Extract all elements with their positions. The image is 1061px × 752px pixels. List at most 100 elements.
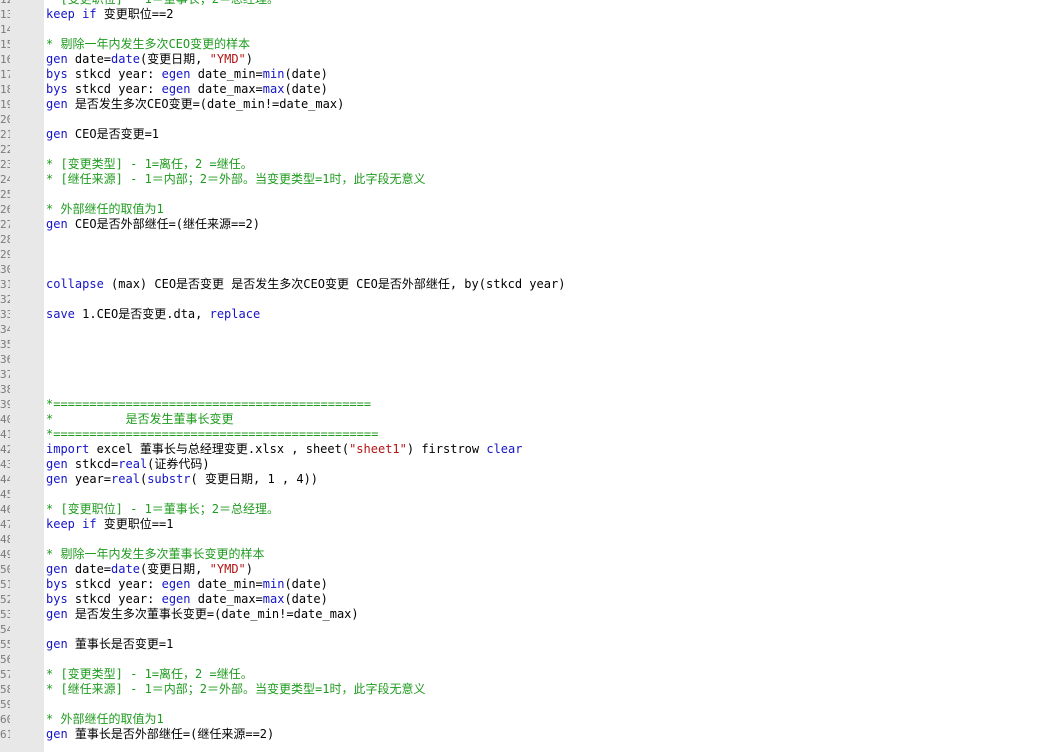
code-text[interactable]: bys stkcd year: egen date_min=min(date) <box>46 577 328 592</box>
plain-token: date= <box>67 562 112 576</box>
code-line[interactable]: 43 gen stkcd=real(证券代码) <box>0 457 604 472</box>
code-text[interactable]: gen 是否发生多次CEO变更=(date_min!=date_max) <box>46 97 344 112</box>
code-text[interactable]: bys stkcd year: egen date_max=max(date) <box>46 82 328 97</box>
code-text[interactable]: keep if 变更职位==1 <box>46 517 173 532</box>
code-text[interactable]: * [继任来源] - 1＝内部；2＝外部。当变更类型=1时，此字段无意义 <box>46 172 425 187</box>
line-number: 21 <box>0 128 10 141</box>
code-text[interactable]: * 剔除一年内发生多次董事长变更的样本 <box>46 547 264 562</box>
code-text[interactable]: gen 董事长是否变更=1 <box>46 637 173 652</box>
code-text[interactable]: gen date=date(变更日期, "YMD") <box>46 52 253 67</box>
code-text[interactable]: * [变更职位] - 1＝董事长；2＝总经理。 <box>46 0 279 7</box>
code-line[interactable]: 59 <box>0 697 604 712</box>
code-line[interactable]: 44 gen year=real(substr( 变更日期, 1 , 4)) <box>0 472 604 487</box>
code-line[interactable]: 22 <box>0 142 604 157</box>
code-line[interactable]: 56 <box>0 652 604 667</box>
code-line[interactable]: 49 * 剔除一年内发生多次董事长变更的样本 <box>0 547 604 562</box>
code-line[interactable]: 53 gen 是否发生多次董事长变更=(date_min!=date_max) <box>0 607 604 622</box>
code-text[interactable]: * [变更类型] - 1=离任，2 =继任。 <box>46 667 253 682</box>
code-line[interactable]: 39 *=====================================… <box>0 397 604 412</box>
line-number: 17 <box>0 68 10 81</box>
code-lines[interactable]: 12 * [变更职位] - 1＝董事长；2＝总经理。 13 keep if 变更职位=… <box>0 0 604 742</box>
editor-empty-space[interactable] <box>604 0 1061 752</box>
line-number: 31 <box>0 278 10 291</box>
code-line[interactable]: 32 <box>0 292 604 307</box>
code-line[interactable]: 31 collapse (max) CEO是否变更 是否发生多次CEO变更 CEO… <box>0 277 604 292</box>
code-line[interactable]: 25 <box>0 187 604 202</box>
code-line[interactable]: 40 * 是否发生董事长变更 <box>0 412 604 427</box>
code-line[interactable]: 60 * 外部继任的取值为1 <box>0 712 604 727</box>
code-text[interactable]: bys stkcd year: egen date_max=max(date) <box>46 592 328 607</box>
code-text[interactable]: *=======================================… <box>46 427 378 442</box>
plain-token: (变更日期, <box>139 562 210 576</box>
code-text[interactable]: * [变更类型] - 1=离任，2 =继任。 <box>46 157 253 172</box>
code-text[interactable]: import excel 董事长与总经理变更.xlsx , sheet("she… <box>46 442 522 457</box>
code-text[interactable]: * [变更职位] - 1＝董事长；2＝总经理。 <box>46 502 279 517</box>
code-line[interactable]: 29 <box>0 247 604 262</box>
code-text[interactable]: gen date=date(变更日期, "YMD") <box>46 562 253 577</box>
code-line[interactable]: 57 * [变更类型] - 1=离任，2 =继任。 <box>0 667 604 682</box>
code-line[interactable]: 34 <box>0 322 604 337</box>
code-line[interactable]: 47 keep if 变更职位==1 <box>0 517 604 532</box>
code-line[interactable]: 58 * [继任来源] - 1＝内部；2＝外部。当变更类型=1时，此字段无意义 <box>0 682 604 697</box>
code-text[interactable]: gen CEO是否变更=1 <box>46 127 159 142</box>
code-line[interactable]: 50 gen date=date(变更日期, "YMD") <box>0 562 604 577</box>
keyword-token: keep if <box>46 517 97 531</box>
code-line[interactable]: 23 * [变更类型] - 1=离任，2 =继任。 <box>0 157 604 172</box>
code-line[interactable]: 36 <box>0 352 604 367</box>
line-number: 14 <box>0 23 10 36</box>
code-line[interactable]: 20 <box>0 112 604 127</box>
code-line[interactable]: 38 <box>0 382 604 397</box>
code-line[interactable]: 26 * 外部继任的取值为1 <box>0 202 604 217</box>
code-line[interactable]: 51 bys stkcd year: egen date_min=min(date… <box>0 577 604 592</box>
comment-token: * [继任来源] - 1＝内部；2＝外部。当变更类型=1时，此字段无意义 <box>46 172 426 186</box>
code-line[interactable]: 28 <box>0 232 604 247</box>
comment-token: *=======================================… <box>46 397 372 411</box>
code-line[interactable]: 18 bys stkcd year: egen date_max=max(date… <box>0 82 604 97</box>
code-line[interactable]: 37 <box>0 367 604 382</box>
code-line[interactable]: 42 import excel 董事长与总经理变更.xlsx , sheet("s… <box>0 442 604 457</box>
code-line[interactable]: 30 <box>0 262 604 277</box>
code-line[interactable]: 16 gen date=date(变更日期, "YMD") <box>0 52 604 67</box>
code-line[interactable]: 19 gen 是否发生多次CEO变更=(date_min!=date_max) <box>0 97 604 112</box>
code-line[interactable]: 17 bys stkcd year: egen date_min=min(date… <box>0 67 604 82</box>
keyword-token: egen <box>161 592 191 606</box>
code-text[interactable]: collapse (max) CEO是否变更 是否发生多次CEO变更 CEO是否… <box>46 277 565 292</box>
code-line[interactable]: 21 gen CEO是否变更=1 <box>0 127 604 142</box>
code-text[interactable]: *=======================================… <box>46 397 371 412</box>
code-text[interactable]: gen 是否发生多次董事长变更=(date_min!=date_max) <box>46 607 359 622</box>
code-line[interactable]: 35 <box>0 337 604 352</box>
plain-token: 变更职位==2 <box>96 7 174 21</box>
do-file-editor[interactable]: 12 * [变更职位] - 1＝董事长；2＝总经理。 13 keep if 变更职位=… <box>0 0 1061 752</box>
code-line[interactable]: 48 <box>0 532 604 547</box>
code-line[interactable]: 45 <box>0 487 604 502</box>
code-text[interactable]: bys stkcd year: egen date_min=min(date) <box>46 67 328 82</box>
code-text[interactable]: * 外部继任的取值为1 <box>46 712 164 727</box>
line-number: 38 <box>0 383 10 396</box>
code-line[interactable]: 13 keep if 变更职位==2 <box>0 7 604 22</box>
code-text[interactable]: * 是否发生董事长变更 <box>46 412 233 427</box>
code-line[interactable]: 41 *=====================================… <box>0 427 604 442</box>
code-text[interactable]: keep if 变更职位==2 <box>46 7 173 22</box>
code-line[interactable]: 27 gen CEO是否外部继任=(继任来源==2) <box>0 217 604 232</box>
code-line[interactable]: 12 * [变更职位] - 1＝董事长；2＝总经理。 <box>0 0 604 7</box>
code-text[interactable]: gen CEO是否外部继任=(继任来源==2) <box>46 217 260 232</box>
line-number: 29 <box>0 248 10 261</box>
code-line[interactable]: 15 * 剔除一年内发生多次CEO变更的样本 <box>0 37 604 52</box>
code-line[interactable]: 54 <box>0 622 604 637</box>
code-line[interactable]: 46 * [变更职位] - 1＝董事长；2＝总经理。 <box>0 502 604 517</box>
keyword-token: bys <box>46 592 68 606</box>
code-line[interactable]: 33 save 1.CEO是否变更.dta, replace <box>0 307 604 322</box>
code-line[interactable]: 55 gen 董事长是否变更=1 <box>0 637 604 652</box>
code-line[interactable]: 52 bys stkcd year: egen date_max=max(date… <box>0 592 604 607</box>
code-text[interactable]: save 1.CEO是否变更.dta, replace <box>46 307 260 322</box>
code-text[interactable]: gen stkcd=real(证券代码) <box>46 457 210 472</box>
code-text[interactable]: gen year=real(substr( 变更日期, 1 , 4)) <box>46 472 318 487</box>
code-text[interactable]: * [继任来源] - 1＝内部；2＝外部。当变更类型=1时，此字段无意义 <box>46 682 425 697</box>
code-text[interactable]: gen 董事长是否外部继任=(继任来源==2) <box>46 727 274 742</box>
code-line[interactable]: 61 gen 董事长是否外部继任=(继任来源==2) <box>0 727 604 742</box>
code-text[interactable]: * 外部继任的取值为1 <box>46 202 164 217</box>
keyword-token: gen <box>46 472 68 486</box>
code-line[interactable]: 24 * [继任来源] - 1＝内部；2＝外部。当变更类型=1时，此字段无意义 <box>0 172 604 187</box>
code-text[interactable]: * 剔除一年内发生多次CEO变更的样本 <box>46 37 250 52</box>
code-line[interactable]: 14 <box>0 22 604 37</box>
